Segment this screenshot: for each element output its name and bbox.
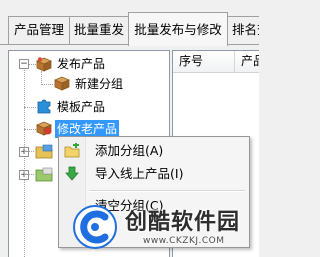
tab-strip: 产品管理 批量重发 批量发布与修改 排名查 <box>0 0 259 47</box>
tree-item-publish-products[interactable]: 发布产品 <box>55 55 107 73</box>
add-folder-icon <box>64 143 80 158</box>
tab-ranking-check[interactable]: 排名查 <box>227 16 259 44</box>
tree-guide-line <box>41 84 53 85</box>
menu-item-add-group[interactable]: 添加分组(A) <box>59 140 249 162</box>
box-icon <box>35 57 53 72</box>
tree-guide-line <box>24 174 34 175</box>
app-window: 产品管理 批量重发 批量发布与修改 排名查 − 发布产品 <box>0 0 259 257</box>
watermark-title: 创酷软件园 <box>125 210 241 235</box>
tab-batch-publish-modify[interactable]: 批量发布与修改 <box>128 12 228 46</box>
menu-separator <box>89 190 245 192</box>
folder-icon <box>35 167 53 182</box>
column-header-index[interactable]: 序号 <box>173 51 235 72</box>
download-arrow-icon <box>65 166 79 181</box>
tab-product-management[interactable]: 产品管理 <box>8 16 70 44</box>
menu-item-label: 导入线上产品(I) <box>95 166 184 181</box>
tree-item-new-group[interactable]: 新建分组 <box>73 75 125 93</box>
tree-item-label: 模板产品 <box>57 100 106 114</box>
expand-toggle[interactable]: + <box>19 147 29 157</box>
column-header-product[interactable]: 产品 <box>235 51 259 72</box>
tree-item-label: 新建分组 <box>75 77 124 91</box>
tree-guide-line <box>41 71 42 85</box>
collapse-toggle[interactable]: − <box>19 59 29 69</box>
tree-item-label: 发布产品 <box>57 57 106 71</box>
watermark-logo-icon <box>73 205 117 249</box>
watermark-url: www.CKZKJ.COM <box>143 236 225 246</box>
folder-icon <box>35 144 53 159</box>
tree-guide-line <box>24 67 25 257</box>
box-icon <box>53 76 71 91</box>
tab-batch-repost[interactable]: 批量重发 <box>69 16 129 44</box>
tree-item-template-products[interactable]: 模板产品 <box>55 98 107 116</box>
watermark: 创酷软件园 www.CKZKJ.COM <box>55 200 259 257</box>
grid-header: 序号 产品 <box>173 51 259 73</box>
menu-item-label: 添加分组(A) <box>95 143 164 158</box>
box-edit-icon <box>35 121 53 136</box>
puzzle-icon <box>37 99 51 114</box>
expand-toggle[interactable]: + <box>19 170 29 180</box>
menu-item-import-online-products[interactable]: 导入线上产品(I) <box>59 163 249 185</box>
tree-guide-line <box>24 151 34 152</box>
